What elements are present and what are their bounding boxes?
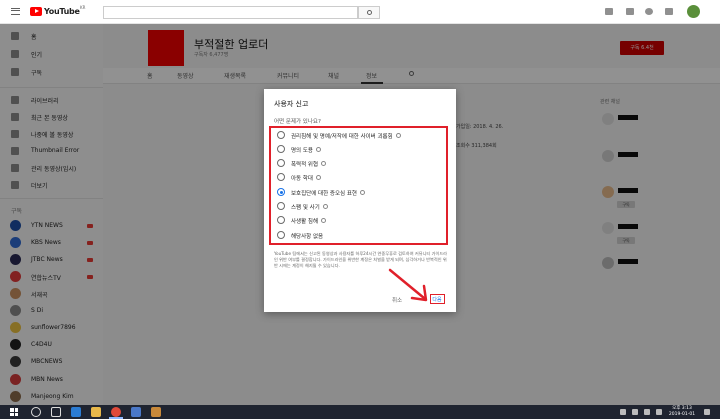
windows-start-icon[interactable] <box>10 408 18 416</box>
youtube-logo-text[interactable]: YouTube <box>44 7 80 16</box>
help-icon[interactable] <box>321 160 327 166</box>
help-icon[interactable] <box>321 217 327 223</box>
package-icon[interactable] <box>151 407 161 417</box>
report-option-label: 스팸 및 사기 <box>291 203 328 211</box>
radio-button[interactable] <box>277 159 285 167</box>
help-icon[interactable] <box>316 146 321 152</box>
radio-button[interactable] <box>277 173 285 181</box>
radio-button[interactable] <box>277 145 285 153</box>
radio-button-selected[interactable] <box>277 188 285 196</box>
help-icon[interactable] <box>395 132 401 138</box>
report-option-label: 아동 학대 <box>291 174 321 182</box>
notifications-icon[interactable] <box>665 8 673 15</box>
create-video-icon[interactable] <box>605 8 613 15</box>
annotation-arrow-icon <box>388 268 428 302</box>
report-options: 권리침해 및 명예/저작에 대한 사이버 괴롭힘 명의 도용 폭력적 위협 아동… <box>269 126 448 245</box>
youtube-logo-icon[interactable] <box>30 7 42 16</box>
report-option-hate-speech[interactable]: 보호집단에 대한 증오심 표현 <box>271 186 446 199</box>
network-icon[interactable] <box>632 409 638 415</box>
top-bar: YouTube KR <box>0 0 720 24</box>
report-option-label: 폭력적 위협 <box>291 160 327 168</box>
volume-icon[interactable] <box>644 409 650 415</box>
help-icon[interactable] <box>316 174 321 180</box>
search-icon <box>367 10 372 15</box>
report-option-impersonation[interactable]: 명의 도용 <box>271 143 446 156</box>
notification-center-icon[interactable] <box>704 409 710 415</box>
apps-icon[interactable] <box>626 8 634 15</box>
taskbar: 오후 3:13 2019-01-01 <box>0 405 720 419</box>
task-view-icon[interactable] <box>51 407 61 417</box>
store-icon[interactable] <box>131 407 141 417</box>
dialog-question: 어떤 문제가 있나요? <box>274 119 321 125</box>
ime-icon[interactable] <box>656 409 662 415</box>
chrome-icon[interactable] <box>111 407 121 417</box>
clock-date[interactable]: 2019-01-01 <box>664 412 700 417</box>
radio-button[interactable] <box>277 231 285 239</box>
report-option-none[interactable]: 해당사항 없음 <box>271 229 446 242</box>
avatar[interactable] <box>687 5 700 18</box>
report-option-violent-threat[interactable]: 폭력적 위협 <box>271 157 446 170</box>
report-option-label: 보호집단에 대한 증오심 표현 <box>291 189 365 197</box>
report-option-label: 권리침해 및 명예/저작에 대한 사이버 괴롭힘 <box>291 132 401 140</box>
report-option-spam[interactable]: 스팸 및 사기 <box>271 200 446 213</box>
report-option-label: 사생활 침해 <box>291 217 327 225</box>
logo-region: KR <box>80 5 86 10</box>
search-button[interactable] <box>358 6 380 19</box>
tray-chevron-icon[interactable] <box>620 409 626 415</box>
menu-icon[interactable] <box>11 8 20 15</box>
messages-icon[interactable] <box>645 8 653 15</box>
radio-button[interactable] <box>277 131 285 139</box>
report-option-privacy[interactable]: 사생활 침해 <box>271 214 446 227</box>
radio-button[interactable] <box>277 202 285 210</box>
help-icon[interactable] <box>322 203 328 209</box>
search-input[interactable] <box>103 6 358 19</box>
help-icon[interactable] <box>359 189 365 195</box>
report-option-label: 해당사항 없음 <box>291 233 324 240</box>
report-option-label: 명의 도용 <box>291 146 321 154</box>
report-option-harassment[interactable]: 권리침해 및 명예/저작에 대한 사이버 괴롭힘 <box>271 129 446 142</box>
folder-icon[interactable] <box>91 407 101 417</box>
radio-button[interactable] <box>277 216 285 224</box>
dialog-title: 사용자 신고 <box>274 100 309 108</box>
search-icon[interactable] <box>31 407 41 417</box>
report-option-child-abuse[interactable]: 아동 학대 <box>271 171 446 184</box>
edge-icon[interactable] <box>71 407 81 417</box>
